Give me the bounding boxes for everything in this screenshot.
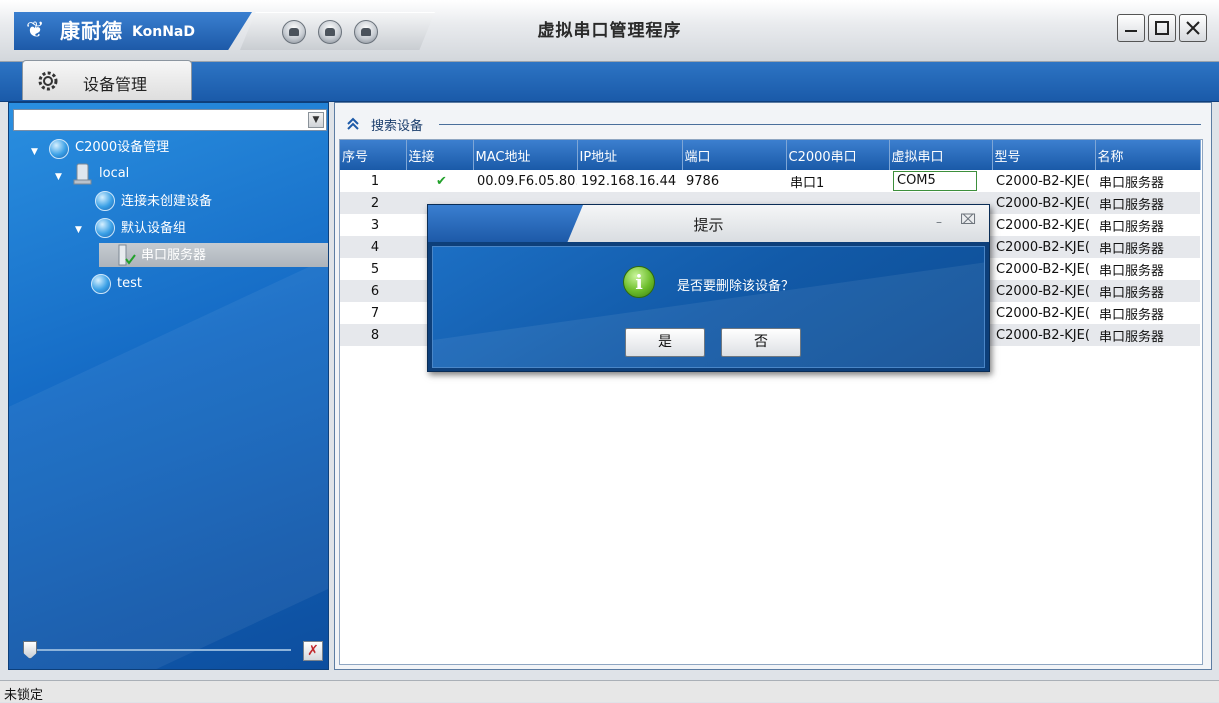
- globe-icon: [91, 274, 111, 294]
- cell-name: 串口服务器: [1095, 280, 1200, 302]
- col-header[interactable]: 连接: [406, 140, 474, 170]
- status-text: 未锁定: [4, 688, 44, 703]
- minimize-icon[interactable]: –: [936, 215, 942, 229]
- cell-name: 串口服务器: [1095, 302, 1200, 324]
- search-header[interactable]: 搜索设备: [345, 115, 1203, 134]
- minimize-icon: [1125, 30, 1137, 32]
- cell-name: 串口服务器: [1095, 170, 1200, 192]
- cell-no: 5: [340, 258, 406, 280]
- globe-icon: [49, 139, 69, 159]
- tree-item-serial-server[interactable]: 串口服务器: [141, 245, 206, 267]
- connected-check-icon: ✔: [406, 170, 473, 192]
- group-select[interactable]: ▼: [13, 109, 327, 131]
- main-panel: 搜索设备 序号 连接 MAC地址 IP地址 端口 C2000串口 虚拟串口 型号…: [334, 102, 1212, 670]
- tab-label: 设备管理: [83, 75, 148, 94]
- cell-ip: 192.168.16.44: [577, 170, 682, 192]
- table-header: 序号 连接 MAC地址 IP地址 端口 C2000串口 虚拟串口 型号 名称: [340, 140, 1201, 170]
- divider: [439, 124, 1201, 125]
- globe-icon: [95, 218, 115, 238]
- dialog-body: i 是否要删除该设备？ 是 否: [432, 246, 985, 368]
- cell-virtual-port[interactable]: COM5: [889, 170, 992, 192]
- virtual-port-field[interactable]: COM5: [893, 171, 977, 191]
- close-button[interactable]: [1179, 14, 1207, 42]
- tree-item-default-group[interactable]: 默认设备组: [121, 218, 186, 240]
- col-header[interactable]: 端口: [682, 140, 787, 170]
- collapse-up-icon[interactable]: [345, 115, 361, 131]
- cell-c2000-port: 串口1: [786, 170, 889, 192]
- title-bar: ❦ 康耐德 KonNaD 虚拟串口管理程序: [0, 0, 1219, 62]
- sidebar: ▼ ▼ C2000设备管理 ▼ local 连接未创建设备 ▼ 默认设备组 串口…: [8, 102, 329, 670]
- device-check-icon: [118, 244, 136, 266]
- window-title: 虚拟串口管理程序: [537, 21, 682, 41]
- cell-model: C2000-B2-KJE(: [992, 280, 1095, 302]
- col-header[interactable]: IP地址: [577, 140, 683, 170]
- cell-no: 8: [340, 324, 406, 346]
- no-button[interactable]: 否: [721, 328, 801, 357]
- slider-thumb[interactable]: [23, 641, 37, 659]
- col-header[interactable]: MAC地址: [473, 140, 578, 170]
- chevron-down-icon[interactable]: ▼: [308, 112, 324, 128]
- cell-model: C2000-B2-KJE(: [992, 214, 1095, 236]
- expand-arrow-icon[interactable]: ▼: [31, 147, 38, 157]
- cell-no: 2: [340, 192, 406, 214]
- slider-track[interactable]: [29, 649, 291, 651]
- tree-item-test[interactable]: test: [117, 273, 142, 295]
- cell-name: 串口服务器: [1095, 192, 1200, 214]
- dialog-message: 是否要删除该设备？: [677, 279, 795, 294]
- cell-no: 3: [340, 214, 406, 236]
- cell-mac: 00.09.F6.05.80.: [473, 170, 577, 192]
- dialog-title-bar[interactable]: 提示 – ⌧: [428, 205, 989, 242]
- tree-item-local[interactable]: local: [99, 163, 129, 185]
- cell-model: C2000-B2-KJE(: [992, 192, 1095, 214]
- clear-icon[interactable]: ✗: [303, 641, 323, 661]
- status-bar: 未锁定: [0, 680, 1219, 703]
- globe-icon: [95, 191, 115, 211]
- cell-model: C2000-B2-KJE(: [992, 236, 1095, 258]
- cell-model: C2000-B2-KJE(: [992, 170, 1095, 192]
- cell-port: 9786: [682, 170, 786, 192]
- cell-no: 1: [340, 170, 406, 192]
- search-devices-label: 搜索设备: [371, 119, 424, 134]
- col-header[interactable]: 名称: [1095, 140, 1201, 170]
- cell-name: 串口服务器: [1095, 214, 1200, 236]
- tree-item-unconnected[interactable]: 连接未创建设备: [121, 191, 212, 213]
- dialog-title: 提示: [693, 216, 724, 234]
- table-row[interactable]: 1 ✔ 00.09.F6.05.80. 192.168.16.44 9786 串…: [340, 170, 1200, 192]
- cell-no: 6: [340, 280, 406, 302]
- maximize-button[interactable]: [1148, 14, 1176, 42]
- cell-model: C2000-B2-KJE(: [992, 324, 1095, 346]
- confirm-dialog: 提示 – ⌧ i 是否要删除该设备？ 是 否: [427, 204, 990, 372]
- cell-name: 串口服务器: [1095, 236, 1200, 258]
- yes-button[interactable]: 是: [625, 328, 705, 357]
- tab-device-management[interactable]: 设备管理: [22, 60, 192, 100]
- gear-icon: [38, 71, 58, 91]
- close-icon: [1186, 21, 1200, 35]
- expand-arrow-icon[interactable]: ▼: [55, 172, 62, 182]
- info-icon: i: [623, 266, 655, 298]
- close-icon[interactable]: ⌧: [960, 212, 976, 228]
- maximize-icon: [1155, 21, 1169, 35]
- cell-no: 7: [340, 302, 406, 324]
- expand-arrow-icon[interactable]: ▼: [75, 225, 82, 235]
- server-icon: [73, 163, 92, 185]
- col-header[interactable]: C2000串口: [786, 140, 890, 170]
- tree-item-c2000[interactable]: C2000设备管理: [75, 137, 169, 159]
- col-header[interactable]: 序号: [340, 140, 407, 170]
- minimize-button[interactable]: [1117, 14, 1145, 42]
- col-header[interactable]: 虚拟串口: [889, 140, 993, 170]
- cell-no: 4: [340, 236, 406, 258]
- cell-model: C2000-B2-KJE(: [992, 258, 1095, 280]
- col-header[interactable]: 型号: [992, 140, 1096, 170]
- cell-name: 串口服务器: [1095, 324, 1200, 346]
- cell-name: 串口服务器: [1095, 258, 1200, 280]
- cell-model: C2000-B2-KJE(: [992, 302, 1095, 324]
